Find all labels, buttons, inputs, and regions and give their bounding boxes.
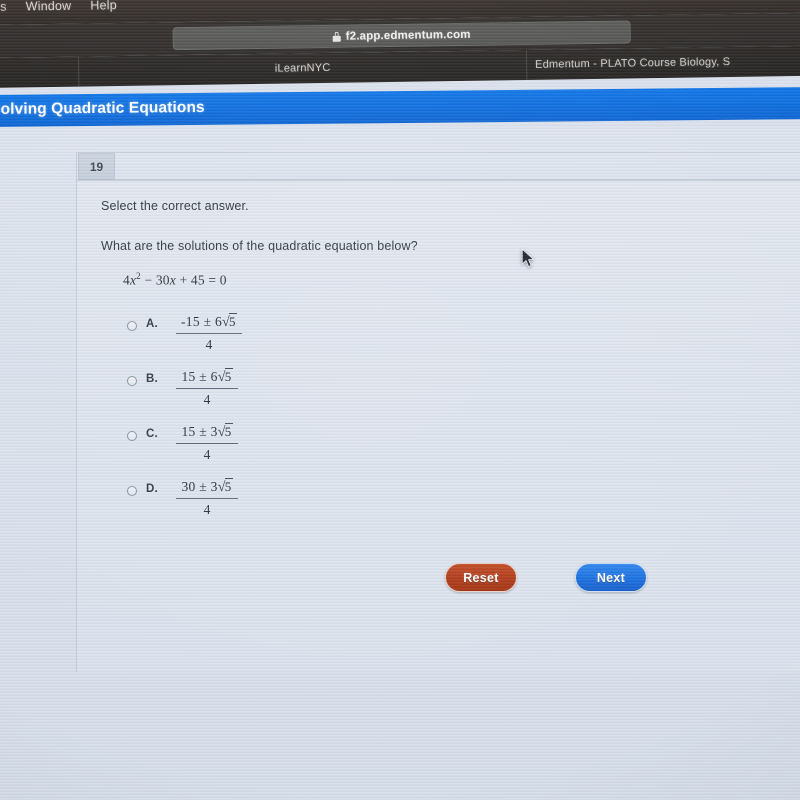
menu-item-help[interactable]: Help (90, 0, 117, 12)
browser-tab-edmentum[interactable]: Edmentum - PLATO Course Biology, S (526, 45, 800, 80)
answer-option-a[interactable]: A. -15 ± 6√5 4 (127, 312, 790, 355)
radio-button-d[interactable] (127, 485, 137, 496)
answer-option-c[interactable]: C. 15 ± 3√5 4 (127, 422, 790, 465)
equation-variable-2: x (169, 272, 176, 288)
numerator-text-c: 15 ± 3 (181, 423, 218, 439)
menu-item-truncated[interactable]: s (0, 0, 7, 14)
option-denominator-b: 4 (203, 391, 211, 407)
radical-a: √5 (222, 312, 237, 330)
address-bar[interactable]: f2.app.edmentum.com (172, 20, 631, 51)
course-title: Solving Quadratic Equations (0, 98, 205, 118)
equation-equals: = 0 (208, 272, 227, 288)
next-button[interactable]: Next (575, 563, 647, 592)
option-fraction-b: 15 ± 6√5 4 (176, 367, 238, 408)
reset-button[interactable]: Reset (445, 563, 517, 592)
option-numerator-b: 15 ± 6√5 (176, 367, 238, 389)
equation-display: 4x2 − 30x + 45 = 0 (123, 271, 790, 289)
tab-strip-spacer (0, 56, 80, 88)
radical-d: √5 (217, 477, 233, 495)
option-denominator-d: 4 (203, 501, 211, 517)
option-fraction-c: 15 ± 3√5 4 (176, 422, 238, 463)
option-denominator-c: 4 (203, 446, 211, 462)
equation-coefficient-a: 4 (123, 272, 130, 288)
radio-button-c[interactable] (127, 430, 137, 441)
radicand-d: 5 (224, 477, 233, 494)
option-fraction-a: -15 ± 6√5 4 (176, 312, 242, 353)
radical-b: √5 (217, 367, 233, 385)
menu-item-window[interactable]: Window (26, 0, 72, 13)
question-card: 19 Select the correct answer. What are t… (76, 152, 800, 672)
lock-icon (332, 31, 341, 42)
action-button-row: Reset Next (445, 563, 647, 592)
course-header-bar: Solving Quadratic Equations (0, 86, 800, 127)
option-denominator-a: 4 (205, 336, 213, 352)
radio-button-b[interactable] (127, 375, 137, 386)
radicand-a: 5 (229, 312, 237, 329)
answer-option-b[interactable]: B. 15 ± 6√5 4 (127, 367, 790, 410)
equation-term-b: − 30 (144, 272, 170, 288)
radicand-b: 5 (224, 367, 233, 384)
radicand-c: 5 (224, 422, 233, 439)
question-number-tab[interactable]: 19 (78, 153, 115, 180)
question-prompt: What are the solutions of the quadratic … (101, 239, 418, 253)
numerator-text-a: -15 ± 6 (181, 313, 223, 329)
question-tab-filler (115, 153, 800, 180)
address-bar-url: f2.app.edmentum.com (345, 28, 471, 43)
equation-exponent: 2 (136, 271, 141, 281)
option-numerator-d: 30 ± 3√5 (176, 477, 238, 499)
numerator-text-d: 30 ± 3 (181, 478, 218, 494)
option-numerator-c: 15 ± 3√5 (176, 422, 238, 444)
page-body: 19 Select the correct answer. What are t… (0, 127, 800, 800)
option-letter-d: D. (146, 482, 158, 495)
numerator-text-b: 15 ± 6 (181, 368, 218, 384)
question-tab-underline (77, 180, 800, 181)
option-fraction-d: 30 ± 3√5 4 (176, 477, 238, 518)
answer-options-list: A. -15 ± 6√5 4 B. 15 ± 6√5 4 C. 15 ± 3√5… (127, 312, 790, 520)
option-letter-b: B. (146, 372, 158, 385)
option-letter-a: A. (146, 317, 158, 330)
browser-tab-ilearnnyc[interactable]: iLearnNYC (78, 49, 528, 87)
question-body: Select the correct answer. What are the … (101, 199, 790, 533)
option-letter-c: C. (146, 427, 158, 440)
answer-option-d[interactable]: D. 30 ± 3√5 4 (127, 477, 790, 520)
radical-c: √5 (217, 422, 233, 440)
question-tab-row: 19 (77, 153, 800, 181)
option-numerator-a: -15 ± 6√5 (176, 312, 242, 334)
radio-button-a[interactable] (127, 320, 137, 331)
instruction-text: Select the correct answer. (101, 199, 249, 213)
equation-term-c: + 45 (179, 272, 205, 288)
